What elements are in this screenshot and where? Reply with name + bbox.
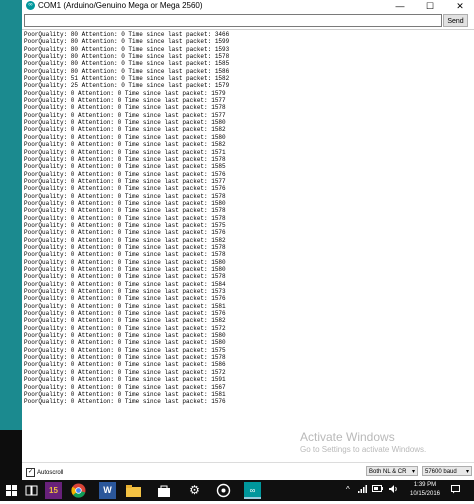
file-explorer-icon[interactable]	[125, 482, 142, 499]
output-line: PoorQuality: 0 Attention: 0 Time since l…	[24, 346, 226, 354]
watermark-subtitle: Go to Settings to activate Windows.	[300, 445, 427, 454]
send-input[interactable]	[24, 14, 442, 27]
output-line: PoorQuality: 0 Attention: 0 Time since l…	[24, 119, 226, 127]
autoscroll-checkbox[interactable]: ✓	[26, 468, 35, 477]
output-line: PoorQuality: 0 Attention: 0 Time since l…	[24, 251, 226, 259]
output-line: PoorQuality: 0 Attention: 0 Time since l…	[24, 199, 226, 207]
battery-icon[interactable]	[372, 485, 383, 495]
clock-time: 1:39 PM	[413, 482, 437, 488]
output-line: PoorQuality: 0 Attention: 0 Time since l…	[24, 354, 226, 362]
desktop-background-dark	[0, 430, 22, 480]
output-line: PoorQuality: 0 Attention: 0 Time since l…	[24, 302, 226, 310]
arduino-taskbar-icon[interactable]: ∞	[244, 482, 261, 499]
output-line: PoorQuality: 0 Attention: 0 Time since l…	[24, 207, 226, 215]
output-line: PoorQuality: 51 Attention: 0 Time since …	[24, 75, 230, 83]
autoscroll-toggle[interactable]: ✓ Autoscroll	[26, 468, 63, 477]
windows-icon[interactable]	[3, 482, 20, 499]
output-line: PoorQuality: 0 Attention: 0 Time since l…	[24, 89, 226, 97]
output-line: PoorQuality: 0 Attention: 0 Time since l…	[24, 368, 226, 376]
system-clock[interactable]: 1:39 PM 10/15/2016	[404, 481, 446, 499]
output-line: PoorQuality: 0 Attention: 0 Time since l…	[24, 111, 226, 119]
clock-date: 10/15/2016	[409, 491, 441, 497]
volume-icon[interactable]	[389, 485, 398, 496]
chrome-icon[interactable]	[70, 482, 87, 499]
output-line: PoorQuality: 0 Attention: 0 Time since l…	[24, 148, 226, 156]
groove-icon[interactable]	[215, 482, 232, 499]
desktop-background	[0, 0, 22, 430]
activate-windows-watermark: Activate Windows Go to Settings to activ…	[300, 430, 426, 455]
output-line: PoorQuality: 0 Attention: 0 Time since l…	[24, 258, 226, 266]
autoscroll-label: Autoscroll	[37, 469, 64, 476]
baud-value: 57600 baud	[425, 469, 457, 475]
output-line: PoorQuality: 0 Attention: 0 Time since l…	[24, 243, 226, 251]
settings-icon[interactable]: ⚙	[186, 482, 203, 499]
output-line: PoorQuality: 0 Attention: 0 Time since l…	[24, 295, 226, 303]
serial-output[interactable]: PoorQuality: 80 Attention: 0 Time since …	[22, 29, 474, 463]
output-line: PoorQuality: 0 Attention: 0 Time since l…	[24, 229, 226, 237]
output-line: PoorQuality: 0 Attention: 0 Time since l…	[24, 324, 226, 332]
output-line: PoorQuality: 0 Attention: 0 Time since l…	[24, 398, 226, 406]
send-row: Send	[22, 14, 474, 28]
tray-chevron-icon[interactable]: ^	[346, 485, 350, 495]
baud-select[interactable]: 57600 baud ▾	[422, 466, 472, 476]
output-line: PoorQuality: 0 Attention: 0 Time since l…	[24, 185, 226, 193]
close-button[interactable]: ✕	[446, 0, 474, 12]
output-line: PoorQuality: 80 Attention: 0 Time since …	[24, 45, 230, 53]
output-line: PoorQuality: 0 Attention: 0 Time since l…	[24, 273, 226, 281]
output-line: PoorQuality: 0 Attention: 0 Time since l…	[24, 317, 226, 325]
chevron-down-icon: ▾	[411, 469, 415, 475]
output-line: PoorQuality: 0 Attention: 0 Time since l…	[24, 133, 226, 141]
output-line: PoorQuality: 80 Attention: 0 Time since …	[24, 60, 230, 68]
output-line: PoorQuality: 0 Attention: 0 Time since l…	[24, 170, 226, 178]
output-line: PoorQuality: 0 Attention: 0 Time since l…	[24, 177, 226, 185]
output-line: PoorQuality: 0 Attention: 0 Time since l…	[24, 97, 226, 105]
task-view-icon[interactable]	[23, 482, 40, 499]
output-line: PoorQuality: 0 Attention: 0 Time since l…	[24, 390, 226, 398]
word-icon[interactable]: W	[99, 482, 116, 499]
output-line: PoorQuality: 0 Attention: 0 Time since l…	[24, 214, 226, 222]
output-line: PoorQuality: 0 Attention: 0 Time since l…	[24, 192, 226, 200]
maximize-button[interactable]: ☐	[416, 0, 444, 12]
output-line: PoorQuality: 0 Attention: 0 Time since l…	[24, 266, 226, 273]
output-line: PoorQuality: 25 Attention: 0 Time since …	[24, 82, 230, 90]
output-line: PoorQuality: 80 Attention: 0 Time since …	[24, 31, 230, 38]
output-lines: PoorQuality: 80 Attention: 0 Time since …	[24, 31, 229, 406]
watermark-title: Activate Windows	[300, 430, 395, 444]
chevron-down-icon: ▾	[465, 469, 469, 475]
output-line: PoorQuality: 0 Attention: 0 Time since l…	[24, 221, 226, 229]
window-title: COM1 (Arduino/Genuino Mega or Mega 2560)	[38, 1, 203, 10]
output-line: PoorQuality: 80 Attention: 0 Time since …	[24, 38, 230, 46]
output-line: PoorQuality: 0 Attention: 0 Time since l…	[24, 376, 226, 384]
output-line: PoorQuality: 80 Attention: 0 Time since …	[24, 53, 230, 61]
line-ending-value: Both NL & CR	[369, 469, 407, 475]
send-button[interactable]: Send	[443, 14, 468, 27]
line-ending-select[interactable]: Both NL & CR ▾	[366, 466, 418, 476]
output-line: PoorQuality: 0 Attention: 0 Time since l…	[24, 332, 226, 340]
output-line: PoorQuality: 0 Attention: 0 Time since l…	[24, 280, 226, 288]
visual-studio-icon[interactable]: 15	[45, 482, 62, 499]
taskbar: 15 W ⚙ ∞ ^ 1:39 PM 10/15/2016	[0, 480, 474, 501]
output-line: PoorQuality: 0 Attention: 0 Time since l…	[24, 163, 226, 171]
output-line: PoorQuality: 80 Attention: 0 Time since …	[24, 67, 230, 75]
output-line: PoorQuality: 0 Attention: 0 Time since l…	[24, 383, 226, 391]
output-line: PoorQuality: 0 Attention: 0 Time since l…	[24, 361, 226, 369]
network-icon[interactable]	[358, 485, 367, 496]
arduino-icon: ∞	[26, 1, 35, 10]
output-line: PoorQuality: 0 Attention: 0 Time since l…	[24, 236, 226, 244]
output-line: PoorQuality: 0 Attention: 0 Time since l…	[24, 155, 226, 163]
notification-icon[interactable]	[451, 485, 460, 497]
output-line: PoorQuality: 0 Attention: 0 Time since l…	[24, 288, 226, 296]
minimize-button[interactable]: —	[386, 0, 414, 12]
store-icon[interactable]	[155, 482, 172, 499]
output-line: PoorQuality: 0 Attention: 0 Time since l…	[24, 104, 226, 112]
bottom-bar: ✓ Autoscroll Both NL & CR ▾ 57600 baud ▾	[22, 462, 474, 481]
serial-monitor-window: ∞ COM1 (Arduino/Genuino Mega or Mega 256…	[22, 0, 474, 481]
output-line: PoorQuality: 0 Attention: 0 Time since l…	[24, 339, 226, 347]
output-line: PoorQuality: 0 Attention: 0 Time since l…	[24, 141, 226, 149]
output-line: PoorQuality: 0 Attention: 0 Time since l…	[24, 310, 226, 318]
title-bar[interactable]: ∞ COM1 (Arduino/Genuino Mega or Mega 256…	[22, 0, 474, 12]
output-line: PoorQuality: 0 Attention: 0 Time since l…	[24, 126, 226, 134]
